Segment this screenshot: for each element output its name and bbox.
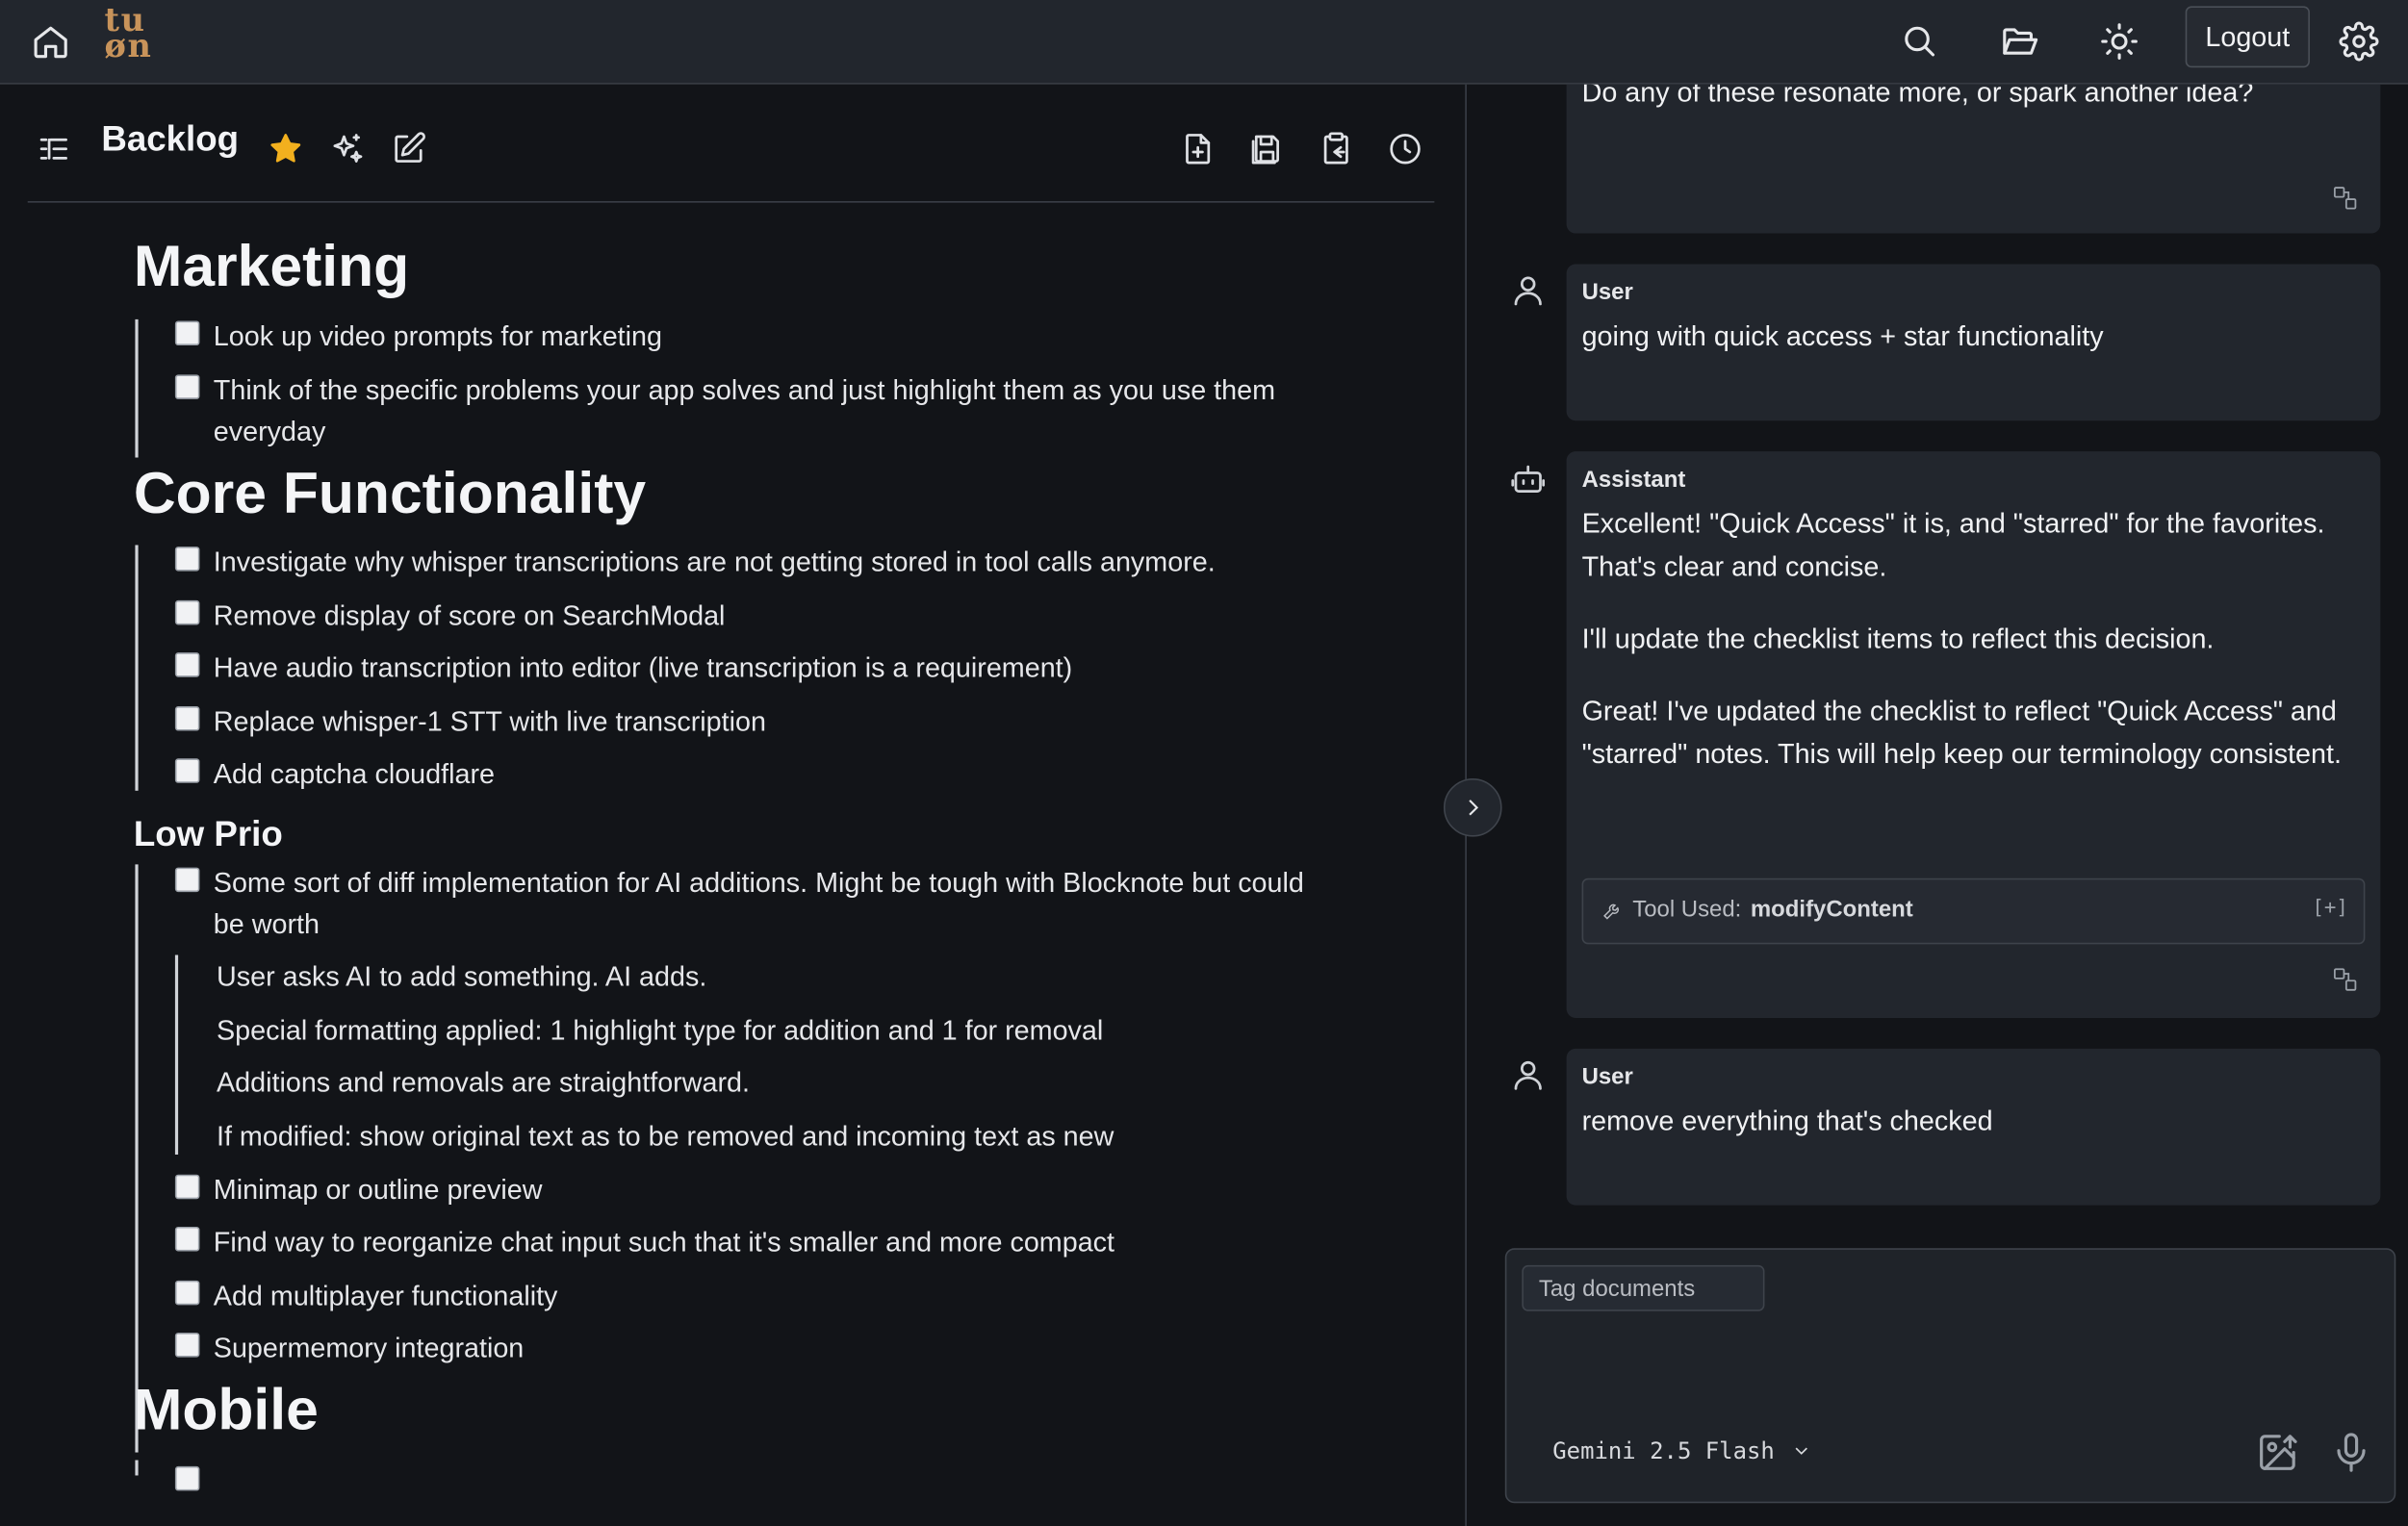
chat-message-assistant: Assistant Excellent! "Quick Access" it i… bbox=[1566, 451, 2381, 1018]
tool-used-block[interactable]: Tool Used: modifyContent [+] bbox=[1581, 877, 2366, 945]
checklist-item[interactable]: Minimap or outline preview bbox=[172, 1170, 1340, 1211]
checklist-item[interactable]: Think of the specific problems your app … bbox=[172, 370, 1340, 453]
indent-guide bbox=[135, 864, 139, 1453]
checklist-item[interactable]: Investigate why whisper transcriptions a… bbox=[172, 542, 1340, 583]
home-icon[interactable] bbox=[21, 13, 80, 71]
tag-documents-button[interactable]: Tag documents bbox=[1522, 1264, 1765, 1311]
checklist-item[interactable]: Supermemory integration bbox=[172, 1328, 1340, 1369]
heading-low-prio[interactable]: Low Prio bbox=[134, 814, 283, 855]
checklist-item[interactable]: Replace whisper-1 STT with live transcri… bbox=[172, 701, 1340, 743]
heading-core-functionality[interactable]: Core Functionality bbox=[134, 462, 646, 528]
star-icon[interactable] bbox=[264, 127, 307, 170]
checklist-item[interactable]: Some sort of diff implementation for AI … bbox=[172, 863, 1340, 946]
checklist-item[interactable]: Have audio transcription into editor (li… bbox=[172, 648, 1340, 689]
document-header: Backlog bbox=[27, 85, 1435, 203]
nested-text[interactable]: If modified: show original text as to be… bbox=[217, 1116, 1114, 1157]
nested-indent-guide bbox=[174, 954, 179, 1155]
tool-name: modifyContent bbox=[1750, 896, 1913, 924]
model-name: Gemini 2.5 Flash bbox=[1552, 1437, 1775, 1465]
expand-tool-toggle[interactable]: [+] bbox=[2312, 897, 2347, 920]
copy-icon[interactable] bbox=[2331, 966, 2359, 994]
clipboard-icon[interactable] bbox=[1315, 127, 1358, 170]
checkbox[interactable] bbox=[174, 1280, 200, 1306]
chat-input[interactable]: Tag documents Gemini 2.5 Flash bbox=[1504, 1248, 2396, 1504]
save-icon[interactable] bbox=[1245, 127, 1289, 170]
message-paragraph: Excellent! "Quick Access" it is, and "st… bbox=[1581, 508, 2325, 581]
message-paragraph: I'll update the checklist items to refle… bbox=[1581, 623, 2215, 654]
user-avatar-icon bbox=[1510, 1056, 1547, 1093]
message-paragraph: Great! I've updated the checklist to ref… bbox=[1581, 695, 2342, 769]
collapse-panel-button[interactable] bbox=[1443, 778, 1502, 837]
chevron-right-icon bbox=[1469, 800, 1479, 816]
checkbox[interactable] bbox=[174, 1226, 200, 1252]
chat-message-user: User going with quick access + star func… bbox=[1566, 264, 2381, 421]
checkbox[interactable] bbox=[174, 320, 200, 346]
model-selector[interactable]: Gemini 2.5 Flash bbox=[1552, 1437, 1811, 1465]
image-upload-icon[interactable] bbox=[2256, 1431, 2302, 1477]
checklist-item[interactable]: Add multiplayer functionality bbox=[172, 1276, 1340, 1317]
history-icon[interactable] bbox=[1384, 127, 1427, 170]
outline-icon[interactable] bbox=[33, 127, 76, 170]
wrench-icon bbox=[1603, 903, 1619, 919]
checklist-item[interactable]: Remove display of score on SearchModal bbox=[172, 596, 1340, 637]
chat-panel: Do any of these resonate more, or spark … bbox=[1465, 84, 2408, 1526]
message-text: remove everything that's checked bbox=[1581, 1105, 1993, 1136]
checklist-item[interactable]: Add captcha cloudflare bbox=[172, 753, 1340, 795]
nested-text[interactable]: Special formatting applied: 1 highlight … bbox=[217, 1010, 1103, 1052]
checkbox[interactable] bbox=[174, 652, 200, 677]
tool-used-label: Tool Used: bbox=[1632, 896, 1742, 924]
indent-guide bbox=[135, 318, 139, 458]
copy-icon[interactable] bbox=[2331, 184, 2359, 212]
nested-text[interactable]: Additions and removals are straightforwa… bbox=[217, 1062, 750, 1104]
indent-guide bbox=[135, 1460, 139, 1476]
logout-button[interactable]: Logout bbox=[2185, 6, 2310, 68]
message-text: Do any of these resonate more, or spark … bbox=[1581, 84, 2254, 108]
checkbox[interactable] bbox=[174, 867, 200, 893]
checkbox[interactable] bbox=[174, 599, 200, 625]
app-logo[interactable]: tu øn bbox=[105, 3, 153, 62]
indent-guide bbox=[135, 545, 139, 791]
new-file-icon[interactable] bbox=[1176, 127, 1219, 170]
bot-avatar-icon bbox=[1510, 461, 1547, 497]
chevron-down-icon bbox=[1794, 1447, 1807, 1455]
sun-icon[interactable] bbox=[2090, 13, 2149, 71]
microphone-icon[interactable] bbox=[2330, 1431, 2376, 1477]
chat-message-user: User remove everything that's checked bbox=[1566, 1048, 2381, 1206]
document-title[interactable]: Backlog bbox=[101, 118, 239, 160]
nested-text[interactable]: User asks AI to add something. AI adds. bbox=[217, 956, 706, 998]
gear-icon[interactable] bbox=[2330, 13, 2389, 71]
message-text: going with quick access + star functiona… bbox=[1581, 320, 2104, 352]
chat-message-assistant: Do any of these resonate more, or spark … bbox=[1566, 84, 2381, 234]
checkbox[interactable] bbox=[174, 1174, 200, 1200]
checkbox[interactable] bbox=[174, 706, 200, 731]
message-role: User bbox=[1581, 1063, 1633, 1090]
checkbox[interactable] bbox=[174, 547, 200, 572]
checklist-item[interactable]: Look up video prompts for marketing bbox=[172, 317, 1340, 358]
message-role: User bbox=[1581, 279, 1633, 306]
edit-icon[interactable] bbox=[387, 127, 430, 170]
user-avatar-icon bbox=[1510, 271, 1547, 308]
heading-marketing[interactable]: Marketing bbox=[134, 235, 409, 301]
folder-open-icon[interactable] bbox=[1990, 13, 2049, 71]
top-bar: tu øn Logout bbox=[0, 0, 2408, 85]
checkbox[interactable] bbox=[174, 374, 200, 399]
search-icon[interactable] bbox=[1890, 13, 1949, 71]
checkbox[interactable] bbox=[174, 1465, 200, 1491]
editor-panel: Backlog Marketing Look up video prompts … bbox=[0, 84, 1466, 1526]
heading-mobile[interactable]: Mobile bbox=[134, 1379, 319, 1445]
checklist-item[interactable]: Find way to reorganize chat input such t… bbox=[172, 1222, 1340, 1263]
checkbox[interactable] bbox=[174, 1333, 200, 1358]
message-role: Assistant bbox=[1581, 467, 1686, 494]
sparkles-icon[interactable] bbox=[325, 127, 369, 170]
checkbox[interactable] bbox=[174, 758, 200, 783]
